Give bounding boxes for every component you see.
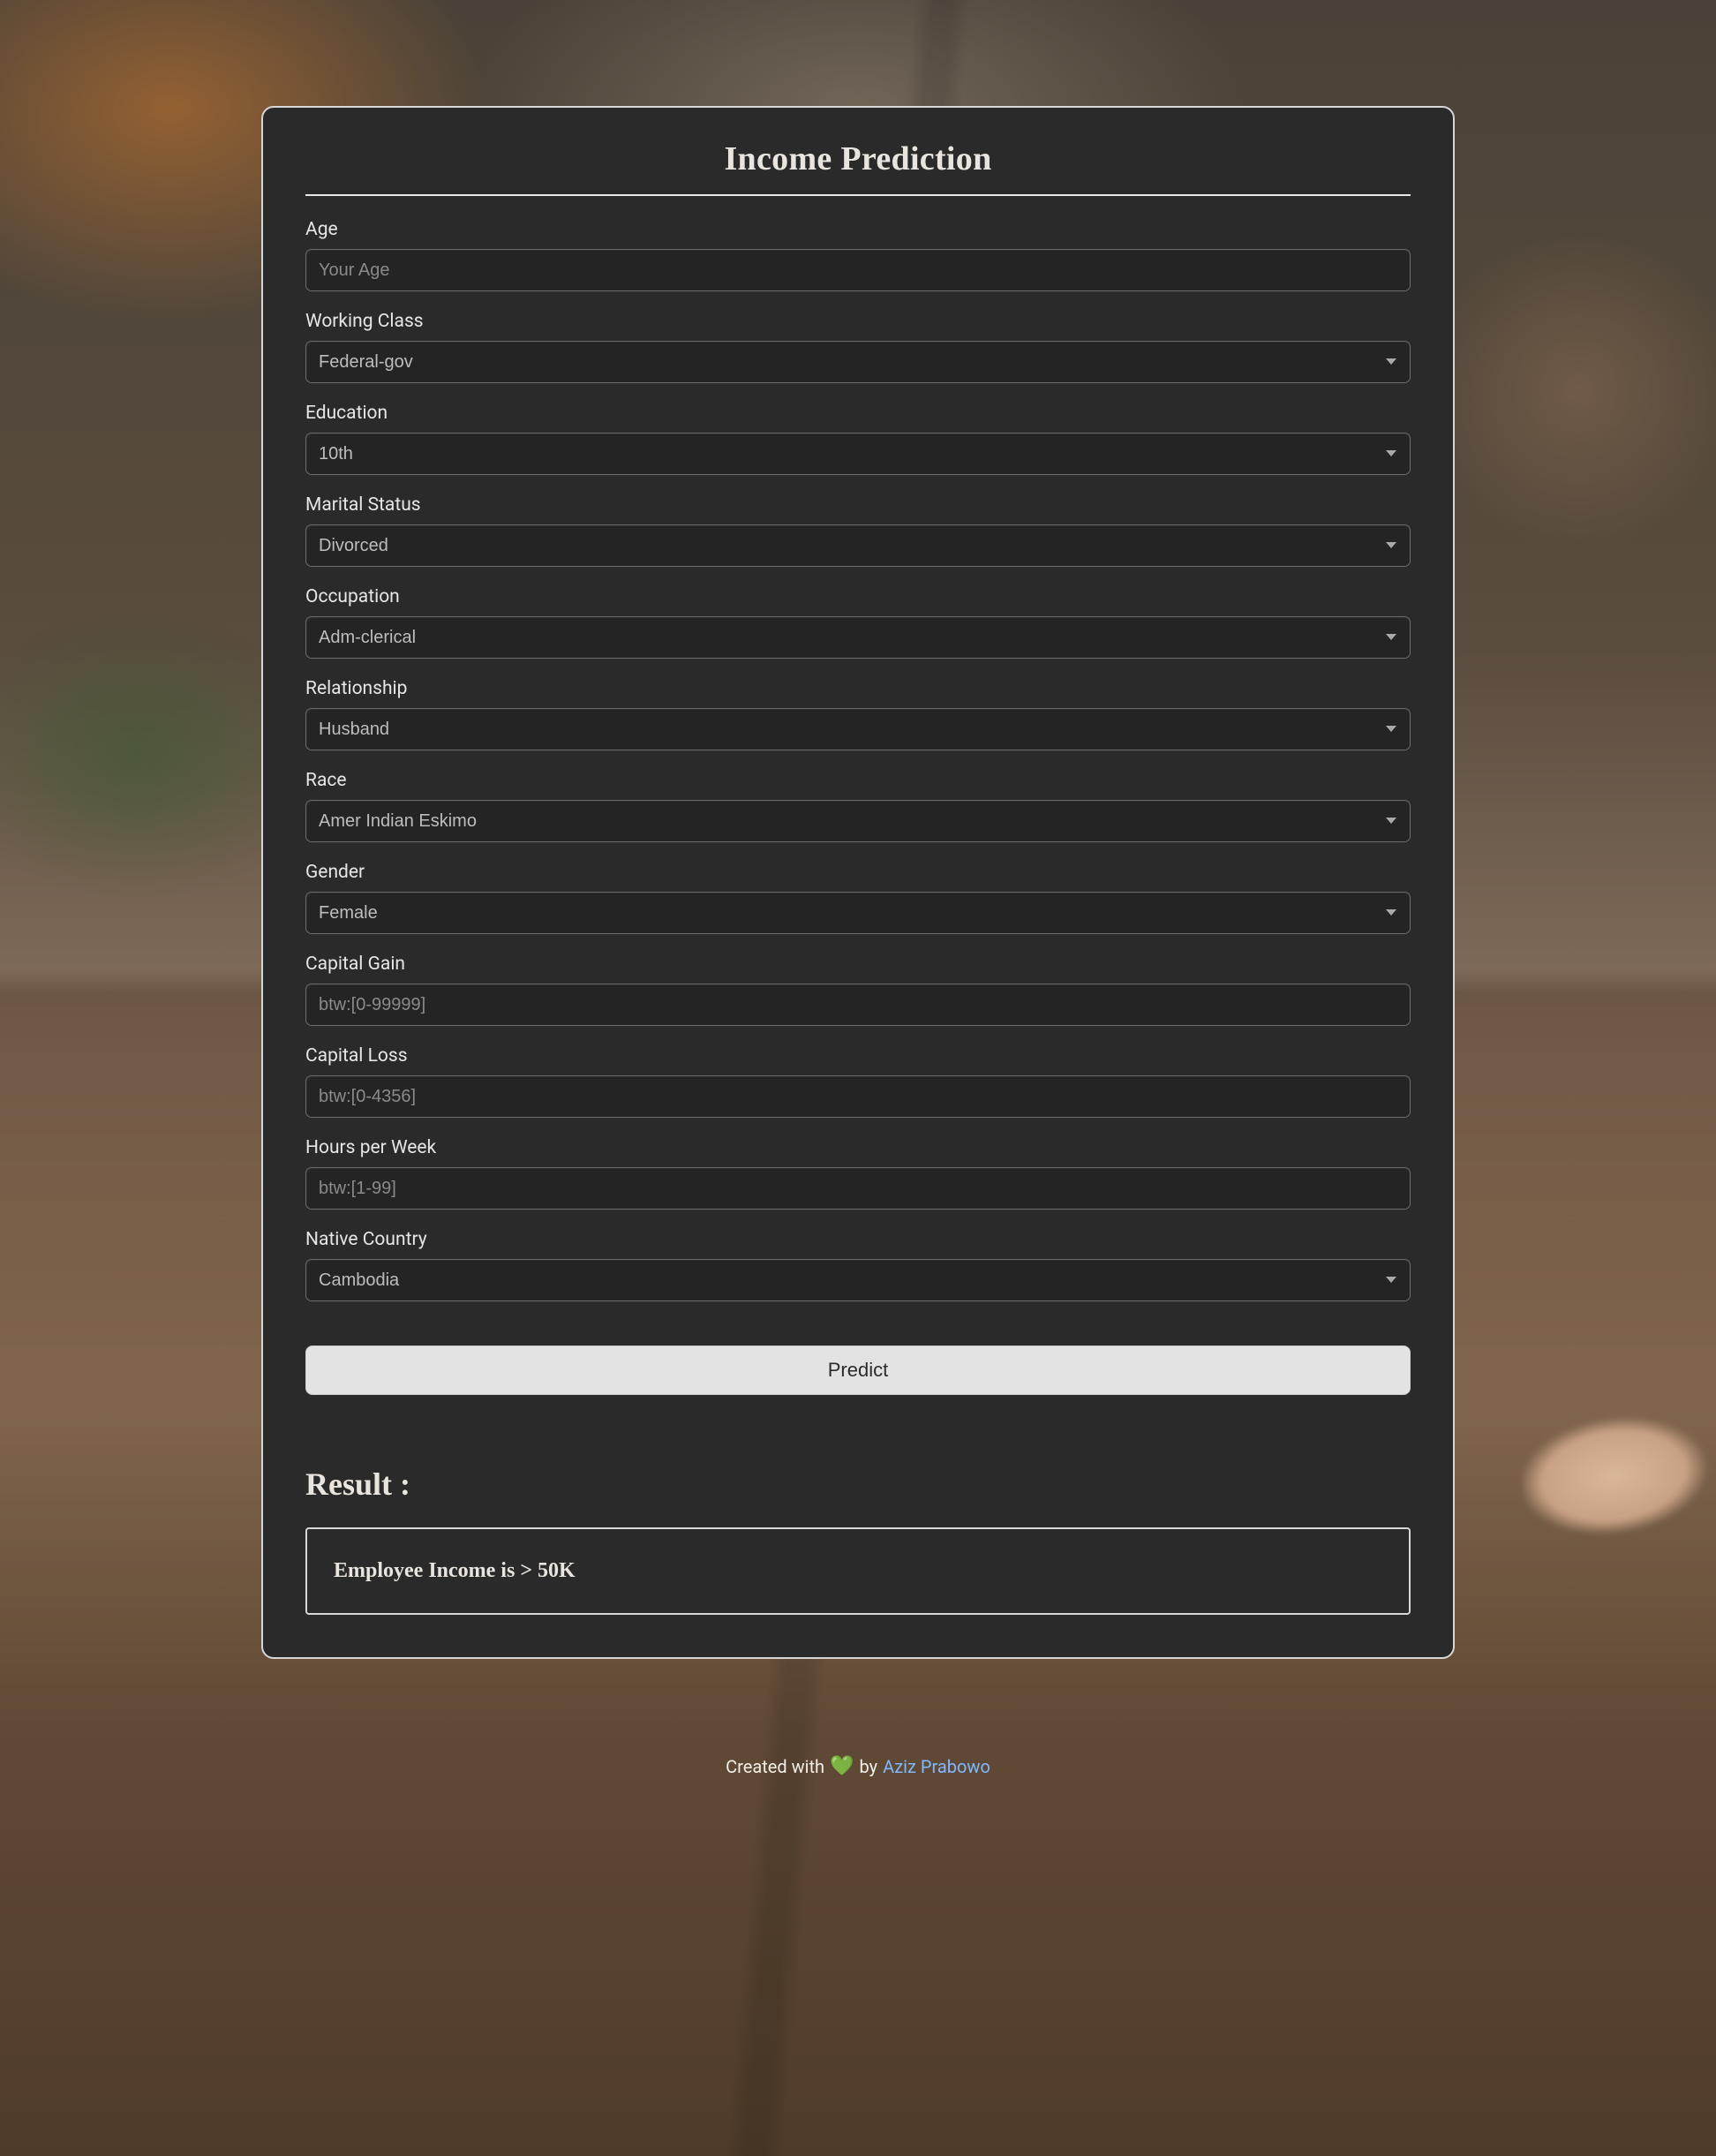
race-select[interactable]: Amer Indian Eskimo — [305, 800, 1411, 842]
caploss-input[interactable] — [305, 1075, 1411, 1118]
footer-prefix: Created with — [726, 1756, 824, 1777]
page-title: Income Prediction — [305, 139, 1411, 178]
predict-button[interactable]: Predict — [305, 1346, 1411, 1395]
capgain-input[interactable] — [305, 984, 1411, 1026]
country-label: Native Country — [305, 1229, 1411, 1250]
workclass-label: Working Class — [305, 311, 1411, 332]
title-divider — [305, 194, 1411, 196]
hours-input[interactable] — [305, 1167, 1411, 1210]
gender-select[interactable]: Female — [305, 892, 1411, 934]
gender-label: Gender — [305, 862, 1411, 883]
form-card: Income Prediction Age Working Class Fede… — [261, 106, 1455, 1659]
age-label: Age — [305, 219, 1411, 240]
result-text: Employee Income is > 50K — [334, 1559, 576, 1582]
result-header: Result : — [305, 1466, 1411, 1503]
relationship-select[interactable]: Husband — [305, 708, 1411, 750]
occupation-select[interactable]: Adm-clerical — [305, 616, 1411, 659]
footer: Created with 💚 by Aziz Prabowo — [726, 1756, 990, 1777]
hours-label: Hours per Week — [305, 1137, 1411, 1158]
capgain-label: Capital Gain — [305, 954, 1411, 975]
race-label: Race — [305, 770, 1411, 791]
relationship-label: Relationship — [305, 678, 1411, 699]
footer-author-link[interactable]: Aziz Prabowo — [883, 1756, 990, 1777]
age-input[interactable] — [305, 249, 1411, 291]
heart-icon: 💚 — [830, 1757, 854, 1776]
result-box: Employee Income is > 50K — [305, 1527, 1411, 1615]
workclass-select[interactable]: Federal-gov — [305, 341, 1411, 383]
marital-select[interactable]: Divorced — [305, 524, 1411, 567]
country-select[interactable]: Cambodia — [305, 1259, 1411, 1301]
education-label: Education — [305, 403, 1411, 424]
footer-by: by — [859, 1756, 877, 1777]
occupation-label: Occupation — [305, 586, 1411, 607]
education-select[interactable]: 10th — [305, 433, 1411, 475]
marital-label: Marital Status — [305, 494, 1411, 516]
caploss-label: Capital Loss — [305, 1045, 1411, 1067]
